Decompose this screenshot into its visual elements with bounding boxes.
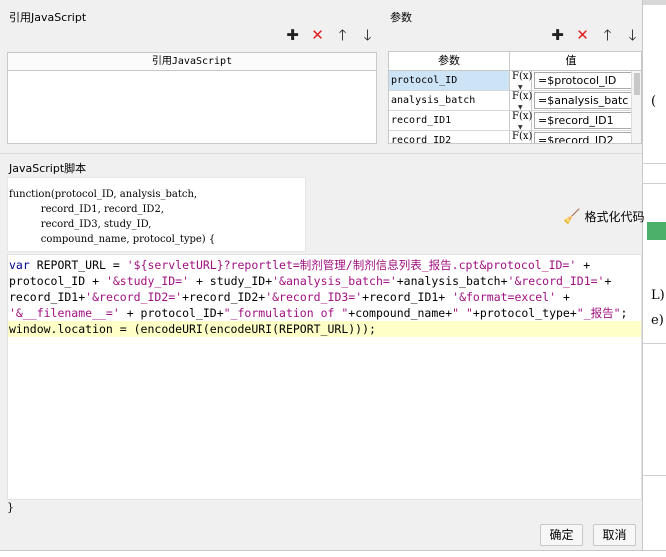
param-value-field[interactable]: =$record_ID1 — [534, 112, 633, 129]
format-code-label: 格式化代码 — [584, 210, 645, 224]
param-name[interactable]: protocol_ID — [389, 71, 510, 90]
param-column-header: 参数 — [389, 52, 510, 70]
code-editor[interactable]: var REPORT_URL = '${servletURL}?reportle… — [7, 254, 642, 500]
broom-icon: 🧹 — [563, 208, 581, 225]
background-green-cell — [647, 222, 666, 240]
param-value-field[interactable]: =$protocol_ID — [534, 72, 633, 89]
value-column-header: 值 — [565, 54, 577, 67]
js-reference-toolbar: ✚ ✕ 🡑 🡓 — [285, 28, 375, 43]
code-line: record_ID1+'&record_ID2='+record_ID2+'&r… — [9, 290, 570, 304]
arrow-down-icon[interactable]: 🡓 — [625, 28, 640, 43]
js-reference-table[interactable]: 引用JavaScript — [7, 52, 377, 144]
js-reference-table-header: 引用JavaScript — [8, 53, 376, 71]
background-text-fragment: ( — [651, 94, 657, 109]
param-row[interactable]: protocol_ID F(x) ▼ =$protocol_ID — [389, 71, 641, 91]
background-divider — [643, 475, 666, 476]
arrow-up-icon[interactable]: 🡑 — [335, 28, 350, 43]
delete-icon[interactable]: ✕ — [310, 28, 325, 43]
dropdown-arrow-icon: ▼ — [518, 142, 523, 143]
code-line: var REPORT_URL = '${servletURL}?reportle… — [9, 258, 591, 272]
param-row[interactable]: record_ID1 F(x) ▼ =$record_ID1 — [389, 111, 641, 131]
ok-button[interactable]: 确定 — [540, 524, 583, 546]
background-text-fragment: L) — [651, 288, 665, 303]
param-name[interactable]: record_ID2 — [389, 131, 510, 143]
delete-icon[interactable]: ✕ — [575, 28, 590, 43]
background-text-fragment: e) — [651, 313, 664, 328]
param-value-field[interactable]: =$analysis_batc — [534, 92, 633, 109]
param-value-field[interactable]: =$record_ID2 — [534, 132, 633, 143]
background-divider — [643, 343, 666, 344]
background-bottom-strip — [0, 550, 666, 557]
format-code-button[interactable]: 🧹 格式化代码 — [563, 208, 644, 225]
param-name[interactable]: record_ID1 — [389, 111, 510, 130]
formula-icon[interactable]: F(x)▼ — [510, 71, 532, 91]
formula-icon[interactable]: F(x)▼ — [510, 131, 532, 143]
plus-icon[interactable]: ✚ — [285, 28, 300, 43]
arrow-down-icon[interactable]: 🡓 — [360, 28, 375, 43]
background-divider — [643, 183, 666, 184]
param-row[interactable]: analysis_batch F(x) ▼ =$analysis_batc — [389, 91, 641, 111]
arrow-up-icon[interactable]: 🡑 — [600, 28, 615, 43]
section-divider — [0, 153, 642, 154]
parameters-toolbar: ✚ ✕ 🡑 🡓 — [550, 28, 640, 43]
background-window-strip: ( L) e) — [642, 0, 666, 557]
js-reference-title: 引用JavaScript — [9, 11, 87, 24]
param-row[interactable]: record_ID2 F(x)▼ =$record_ID2 — [389, 131, 641, 143]
js-script-title: JavaScript脚本 — [9, 162, 87, 175]
formula-icon[interactable]: F(x)▼ — [510, 91, 532, 111]
parameters-table-header: 参数 值 — [389, 52, 641, 71]
function-closing-brace: } — [7, 501, 14, 514]
code-line-current: window.location = (encodeURI(encodeURI(R… — [8, 321, 641, 337]
cancel-button[interactable]: 取消 — [593, 524, 636, 546]
formula-icon[interactable]: F(x)▼ — [510, 111, 532, 131]
background-scroll-nub — [643, 0, 666, 5]
parameters-title: 参数 — [390, 11, 412, 24]
parameters-table: 参数 值 protocol_ID F(x) ▼ =$protocol_ID ana… — [388, 51, 642, 144]
parameters-scrollbar[interactable] — [631, 71, 641, 143]
plus-icon[interactable]: ✚ — [550, 28, 565, 43]
param-name[interactable]: analysis_batch — [389, 91, 510, 110]
scrollbar-thumb[interactable] — [634, 73, 640, 95]
code-line: protocol_ID + '&study_ID=' + study_ID+'&… — [9, 274, 612, 288]
function-signature: function(protocol_ID, analysis_batch, re… — [7, 177, 306, 252]
background-divider — [643, 163, 666, 164]
code-line: '&__filename__=' + protocol_ID+"_formula… — [9, 306, 628, 320]
